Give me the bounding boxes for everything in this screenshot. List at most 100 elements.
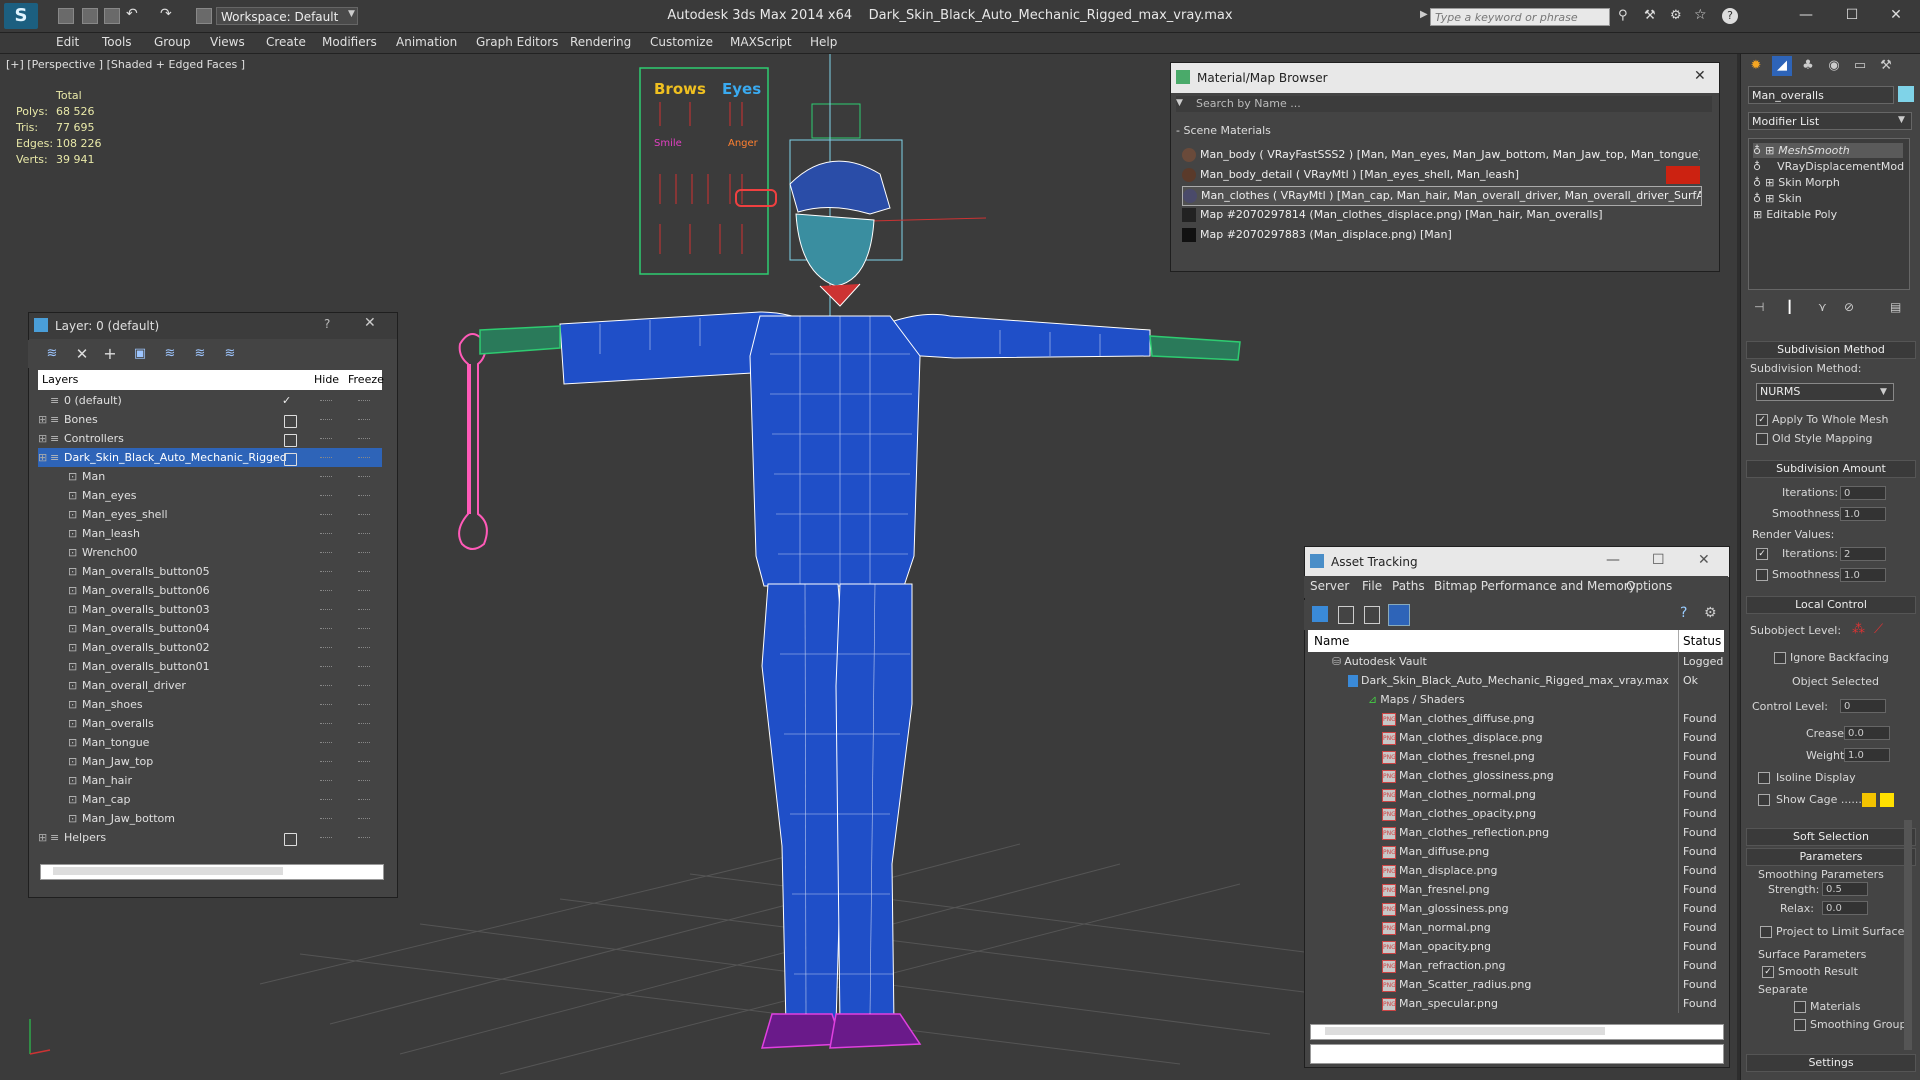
asset-row[interactable]: PNG Man_specular.png Found xyxy=(1308,994,1724,1013)
modifier-stack-item[interactable]: ♁ ⊞ MeshSmooth xyxy=(1753,143,1903,158)
light-bulb-icon[interactable]: ♁ xyxy=(1753,192,1761,205)
list-view-icon[interactable] xyxy=(1338,606,1354,624)
menu-item[interactable]: Edit xyxy=(56,35,79,49)
hide-dash[interactable] xyxy=(320,685,332,687)
iterations-spinner[interactable]: 0 xyxy=(1840,486,1886,500)
maximize-button[interactable]: ☐ xyxy=(1652,552,1665,568)
chevron-down-icon[interactable]: ▼ xyxy=(348,9,355,19)
asset-menu-item[interactable]: Server xyxy=(1310,579,1349,593)
layer-row[interactable]: ⊡ Man_Jaw_bottom xyxy=(38,809,382,828)
wrench-model[interactable] xyxy=(458,333,488,550)
undo-icon[interactable]: ↶ xyxy=(126,6,138,22)
modifier-stack-item[interactable]: ♁ ⊞ Skin Morph xyxy=(1753,175,1903,190)
expand-icon[interactable]: ⊞ xyxy=(1765,144,1774,157)
modify-tab-icon[interactable]: ◢ xyxy=(1772,56,1792,76)
subdivision-method-rollout[interactable]: Subdivision Method xyxy=(1746,341,1916,359)
workspace-dropdown[interactable]: Workspace: Default xyxy=(216,7,358,25)
freeze-dash[interactable] xyxy=(358,761,370,763)
scene-materials-group[interactable]: - Scene Materials xyxy=(1176,124,1712,138)
freeze-dash[interactable] xyxy=(358,476,370,478)
asset-row[interactable]: ⛁Autodesk Vault Logged C xyxy=(1308,652,1724,671)
apply-whole-mesh-checkbox[interactable]: ✓ xyxy=(1756,414,1768,426)
smoothing-groups-checkbox[interactable] xyxy=(1794,1019,1806,1031)
hide-dash[interactable] xyxy=(320,666,332,668)
selection-color-swatch[interactable] xyxy=(1880,793,1894,807)
material-item[interactable]: Man_body ( VRayFastSSS2 ) [Man, Man_eyes… xyxy=(1182,146,1700,164)
material-search-input[interactable]: Search by Name ... xyxy=(1176,96,1712,112)
layer-row[interactable]: ⊡ Man_hair xyxy=(38,771,382,790)
freeze-dash[interactable] xyxy=(358,818,370,820)
hide-dash[interactable] xyxy=(320,799,332,801)
menu-item[interactable]: Graph Editors xyxy=(476,35,558,49)
subscription-icon[interactable]: ⚒ xyxy=(1644,8,1656,23)
freeze-dash[interactable] xyxy=(358,400,370,402)
hide-dash[interactable] xyxy=(320,438,332,440)
save-file-icon[interactable] xyxy=(104,8,120,24)
table-view-icon[interactable] xyxy=(1364,606,1380,624)
hide-dash[interactable] xyxy=(320,628,332,630)
material-item[interactable]: Map #2070297883 (Man_displace.png) [Man] xyxy=(1182,226,1700,244)
subdivision-method-dropdown[interactable]: NURMS xyxy=(1756,383,1894,401)
menu-item[interactable]: MAXScript xyxy=(730,35,792,49)
delete-layer-icon[interactable]: ✕ xyxy=(74,346,90,362)
menu-item[interactable]: Customize xyxy=(650,35,713,49)
layer-row[interactable]: ⊡ Wrench00 xyxy=(38,543,382,562)
isoline-display-checkbox[interactable] xyxy=(1758,772,1770,784)
col-freeze[interactable]: Freeze xyxy=(348,370,384,390)
mechanic-character-mesh[interactable] xyxy=(479,160,1241,1049)
asset-row[interactable]: PNG Man_clothes_diffuse.png Found xyxy=(1308,709,1724,728)
close-icon[interactable]: ✕ xyxy=(364,315,376,331)
help-icon[interactable]: ? xyxy=(1680,605,1687,621)
menu-item[interactable]: Group xyxy=(154,35,191,49)
open-file-icon[interactable] xyxy=(82,8,98,24)
hide-dash[interactable] xyxy=(320,609,332,611)
hide-toggle[interactable] xyxy=(284,415,297,428)
parameters-rollout[interactable]: Parameters xyxy=(1746,848,1916,866)
refresh-icon[interactable] xyxy=(1312,606,1328,622)
asset-row[interactable]: PNG Man_clothes_displace.png Found xyxy=(1308,728,1724,747)
layer-row[interactable]: ⊡ Man_overalls_button06 xyxy=(38,581,382,600)
project-folder-icon[interactable] xyxy=(196,8,212,24)
make-unique-icon[interactable]: ⋎ xyxy=(1818,300,1827,314)
light-bulb-icon[interactable]: ♁ xyxy=(1753,144,1761,157)
expand-icon[interactable]: ⊞ xyxy=(1765,192,1774,205)
col-layers[interactable]: Layers xyxy=(42,370,78,390)
chevron-down-icon[interactable]: ▼ xyxy=(1898,115,1905,125)
create-tab-icon[interactable]: ✹ xyxy=(1746,56,1766,76)
freeze-dash[interactable] xyxy=(358,438,370,440)
ignore-backfacing-checkbox[interactable] xyxy=(1774,652,1786,664)
communication-icon[interactable]: ⚙ xyxy=(1670,8,1682,23)
render-smoothness-spinner[interactable]: 1.0 xyxy=(1840,568,1886,582)
cage-color-swatch[interactable] xyxy=(1862,793,1876,807)
soft-selection-rollout[interactable]: Soft Selection xyxy=(1746,828,1916,846)
hide-toggle[interactable] xyxy=(284,434,297,447)
material-item[interactable]: Map #2070297814 (Man_clothes_displace.pn… xyxy=(1182,206,1700,224)
command-panel-scrollbar[interactable] xyxy=(1904,820,1912,1050)
freeze-dash[interactable] xyxy=(358,552,370,554)
menu-item[interactable]: Modifiers xyxy=(322,35,377,49)
expand-icon[interactable]: ⊞ xyxy=(38,429,47,448)
menu-item[interactable]: Views xyxy=(210,35,245,49)
chevron-down-icon[interactable]: ▼ xyxy=(1880,387,1887,397)
hide-dash[interactable] xyxy=(320,590,332,592)
hide-dash[interactable] xyxy=(320,495,332,497)
expand-icon[interactable]: ⊞ xyxy=(38,410,47,429)
search-input[interactable]: Type a keyword or phrase xyxy=(1430,8,1610,26)
menu-item[interactable]: Help xyxy=(810,35,837,49)
freeze-dash[interactable] xyxy=(358,419,370,421)
hide-dash[interactable] xyxy=(320,571,332,573)
scroll-thumb[interactable] xyxy=(1325,1027,1605,1035)
hide-all-layers-icon[interactable]: ≋ xyxy=(192,346,208,362)
utilities-tab-icon[interactable]: ⚒ xyxy=(1876,56,1896,76)
layer-row[interactable]: ⊡ Man_overalls_button04 xyxy=(38,619,382,638)
hide-dash[interactable] xyxy=(320,723,332,725)
menu-item[interactable]: Rendering xyxy=(570,35,631,49)
render-iterations-checkbox[interactable]: ✓ xyxy=(1756,548,1768,560)
rig-sliders[interactable] xyxy=(659,102,743,254)
modifier-list-dropdown[interactable]: Modifier List xyxy=(1748,112,1912,130)
hide-dash[interactable] xyxy=(320,647,332,649)
freeze-dash[interactable] xyxy=(358,780,370,782)
asset-row[interactable]: PNG Man_clothes_normal.png Found xyxy=(1308,785,1724,804)
vertex-subobject-icon[interactable]: ⁂ xyxy=(1852,622,1865,637)
close-icon[interactable]: ✕ xyxy=(1694,68,1706,84)
